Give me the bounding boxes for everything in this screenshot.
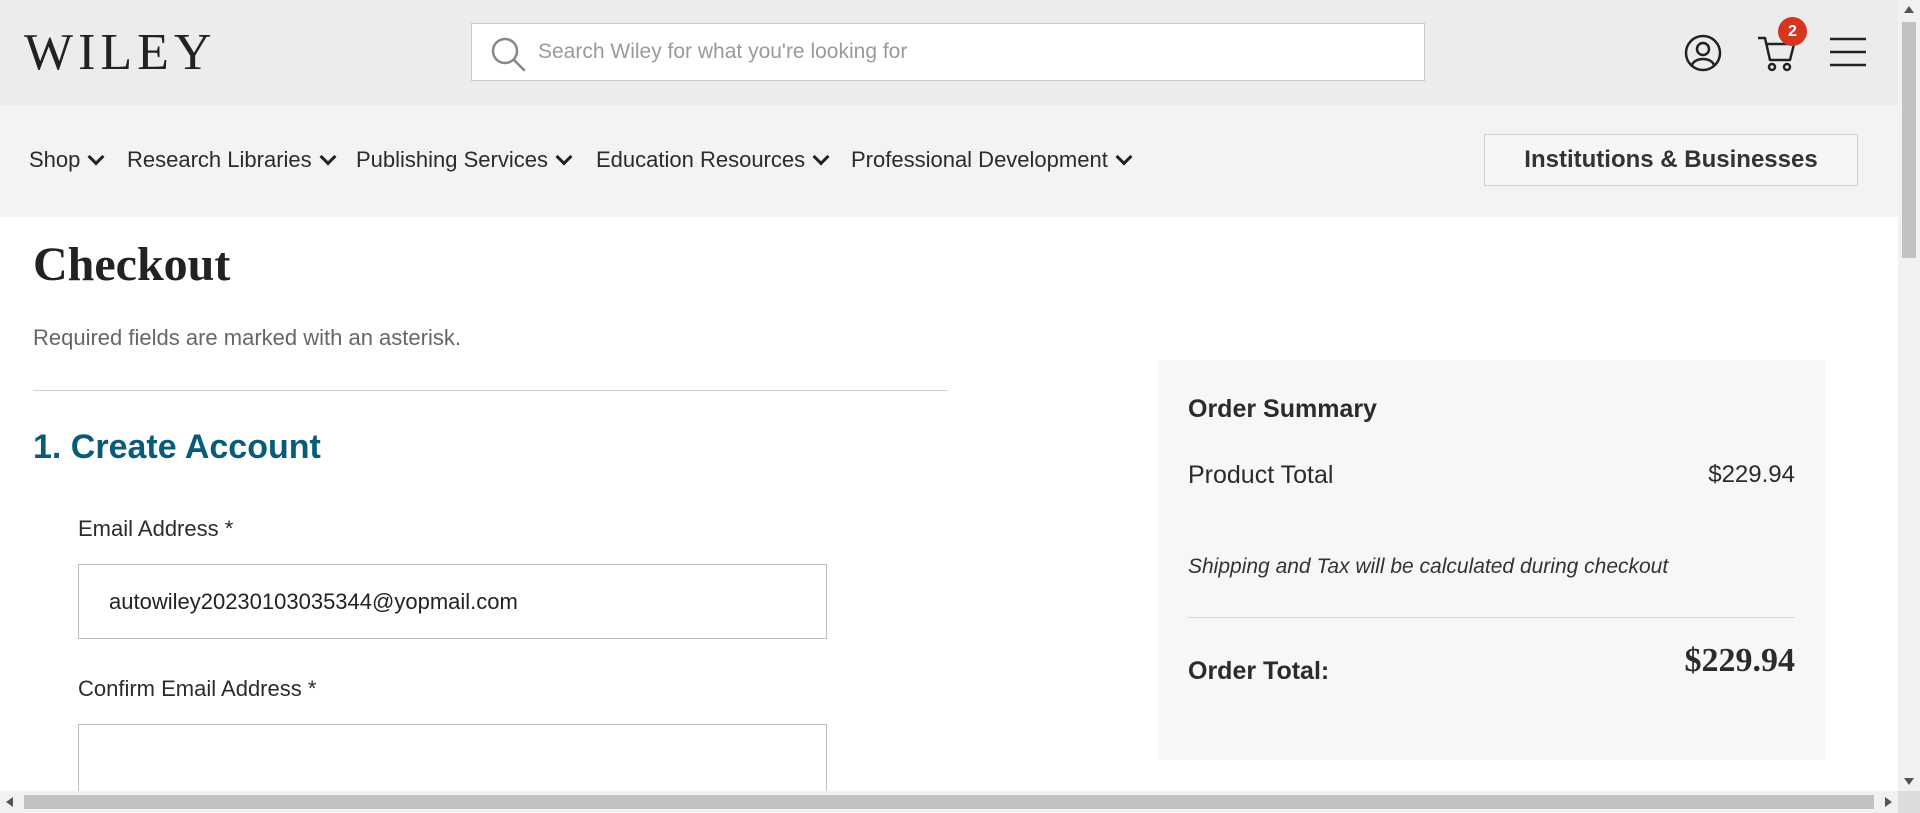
divider	[33, 390, 948, 391]
scroll-up-arrow-icon[interactable]	[1904, 6, 1914, 13]
required-fields-note: Required fields are marked with an aster…	[33, 325, 461, 350]
confirm-email-label: Confirm Email Address *	[78, 676, 317, 701]
site-header: WILEY 2	[0, 0, 1898, 105]
order-summary: Order Summary Product Total $229.94 Ship…	[1158, 360, 1825, 760]
horizontal-scrollbar[interactable]	[0, 791, 1898, 813]
hamburger-menu-icon[interactable]	[1829, 36, 1867, 68]
summary-divider	[1188, 617, 1795, 618]
nav-item-label: Professional Development	[851, 147, 1108, 172]
search-icon[interactable]	[490, 36, 526, 72]
user-account-icon[interactable]	[1684, 34, 1722, 72]
nav-item-publishing-services[interactable]: Publishing Services	[356, 147, 573, 173]
main-nav: Shop Research Libraries Publishing Servi…	[0, 105, 1898, 217]
order-total-label: Order Total:	[1188, 657, 1330, 685]
search-box[interactable]	[471, 23, 1425, 81]
product-total-label: Product Total	[1188, 461, 1334, 489]
chevron-down-icon	[555, 148, 573, 166]
search-input[interactable]	[538, 34, 1398, 70]
chevron-down-icon	[319, 148, 337, 166]
scroll-left-arrow-icon[interactable]	[6, 797, 13, 807]
email-label: Email Address *	[78, 516, 234, 541]
wiley-logo[interactable]: WILEY	[24, 24, 216, 82]
scroll-right-arrow-icon[interactable]	[1885, 797, 1892, 807]
logo-text: WILEY	[24, 24, 217, 81]
cart-count-badge[interactable]: 2	[1778, 17, 1807, 46]
section-title-create-account: 1. Create Account	[33, 428, 321, 466]
nav-item-label: Publishing Services	[356, 147, 548, 172]
confirm-email-field[interactable]	[78, 724, 827, 799]
horizontal-scroll-thumb[interactable]	[24, 795, 1874, 809]
vertical-scrollbar[interactable]	[1898, 0, 1920, 791]
email-field[interactable]	[78, 564, 827, 639]
nav-item-research-libraries[interactable]: Research Libraries	[127, 147, 337, 173]
nav-item-label: Research Libraries	[127, 147, 312, 172]
chevron-down-icon	[87, 148, 105, 166]
nav-item-shop[interactable]: Shop	[29, 147, 105, 173]
order-summary-title: Order Summary	[1188, 395, 1377, 423]
vertical-scroll-thumb[interactable]	[1902, 22, 1916, 258]
nav-item-professional-development[interactable]: Professional Development	[851, 147, 1133, 173]
nav-item-label: Education Resources	[596, 147, 806, 172]
chevron-down-icon	[812, 148, 830, 166]
institutions-businesses-button[interactable]: Institutions & Businesses	[1484, 134, 1858, 186]
page-title: Checkout	[33, 238, 231, 291]
scrollbar-corner	[1898, 791, 1920, 813]
order-total-value: $229.94	[1684, 642, 1796, 679]
nav-item-education-resources[interactable]: Education Resources	[596, 147, 830, 173]
product-total-value: $229.94	[1708, 461, 1795, 488]
shipping-tax-note: Shipping and Tax will be calculated duri…	[1188, 555, 1669, 578]
nav-item-label: Shop	[29, 147, 81, 172]
scroll-down-arrow-icon[interactable]	[1904, 778, 1914, 785]
chevron-down-icon	[1115, 148, 1133, 166]
